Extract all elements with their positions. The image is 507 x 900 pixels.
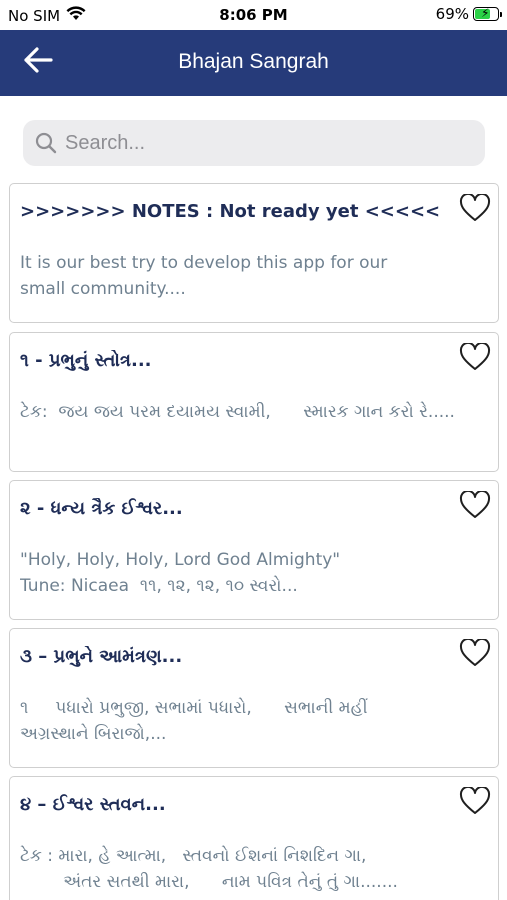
charging-bolt-icon: ⚡	[481, 6, 490, 20]
battery-icon: ⚡	[473, 6, 502, 21]
page-title: Bhajan Sangrah	[178, 50, 329, 73]
list-item[interactable]: ૧ - પ્રભુનું સ્તોત્ર... ટેક: જય જય પરમ દ…	[9, 332, 499, 472]
search-input[interactable]	[65, 131, 475, 155]
heart-icon	[459, 192, 491, 226]
item-preview: ૧ પધારો પ્રભુજી, સભામાં પધારો, સભાની મહી…	[20, 695, 485, 747]
status-time: 8:06 PM	[219, 6, 288, 24]
favorite-button[interactable]	[458, 637, 492, 671]
favorite-button[interactable]	[458, 341, 492, 375]
list-item[interactable]: ૪ – ઈશ્વર સ્તવન... ટેક : મારા, હે આત્મા,…	[9, 776, 499, 900]
item-preview: ટેક : મારા, હે આત્મા, સ્તવનો ઈશનાં નિશદિ…	[20, 843, 485, 895]
battery-cap	[500, 12, 502, 17]
heart-icon	[459, 341, 491, 375]
preview-line: It is our best try to develop this app f…	[20, 253, 388, 273]
preview-line: અગ્રસ્થાને બિરાજો,...	[20, 724, 167, 744]
status-bar: No SIM 8:06 PM 69% ⚡	[0, 0, 507, 30]
status-right: 69% ⚡	[435, 5, 502, 23]
list-item[interactable]: ૩ – પ્રભુને આમંત્રણ... ૧ પધારો પ્રભુજી, …	[9, 628, 499, 768]
item-title: ૨ - ધન્ય ત્રૈક ઈશ્વર...	[20, 498, 183, 519]
heart-icon	[459, 785, 491, 819]
preview-line: ટેક : મારા, હે આત્મા, સ્તવનો ઈશનાં નિશદિ…	[20, 846, 367, 866]
heart-icon	[459, 637, 491, 671]
search-icon	[33, 130, 59, 156]
preview-line: ટેક: જય જય પરમ દયામય સ્વામી, સ્મારક ગાન …	[20, 402, 455, 422]
search-bar[interactable]	[23, 120, 485, 166]
item-preview: It is our best try to develop this app f…	[20, 250, 485, 302]
heart-icon	[459, 489, 491, 523]
preview-line: "Holy, Holy, Holy, Lord God Almighty"	[20, 550, 341, 570]
preview-line: ૧ પધારો પ્રભુજી, સભામાં પધારો, સભાની મહી…	[20, 698, 368, 718]
preview-line: અંતર સતથી મારા, નામ પવિત્ર તેનું તું ગા.…	[20, 872, 398, 892]
favorite-button[interactable]	[458, 785, 492, 819]
preview-line: small community....	[20, 279, 186, 299]
favorite-button[interactable]	[458, 489, 492, 523]
list-item[interactable]: ૨ - ધન્ય ત્રૈક ઈશ્વર... "Holy, Holy, Hol…	[9, 480, 499, 620]
battery-percent: 69%	[435, 5, 469, 23]
item-preview: "Holy, Holy, Holy, Lord God Almighty" Tu…	[20, 547, 485, 599]
item-title: >>>>>>> NOTES : Not ready yet <<<<<<	[20, 201, 440, 222]
item-title: ૪ – ઈશ્વર સ્તવન...	[20, 794, 166, 815]
item-preview: ટેક: જય જય પરમ દયામય સ્વામી, સ્મારક ગાન …	[20, 399, 485, 425]
nav-bar: Bhajan Sangrah	[0, 30, 507, 96]
favorite-button[interactable]	[458, 192, 492, 226]
item-title: ૩ – પ્રભુને આમંત્રણ...	[20, 646, 183, 667]
preview-line: Tune: Nicaea ૧૧, ૧૨, ૧૨, ૧૦ સ્વરો...	[20, 576, 298, 596]
item-title: ૧ - પ્રભુનું સ્તોત્ર...	[20, 350, 152, 371]
list-item[interactable]: >>>>>>> NOTES : Not ready yet <<<<<< It …	[9, 183, 499, 323]
